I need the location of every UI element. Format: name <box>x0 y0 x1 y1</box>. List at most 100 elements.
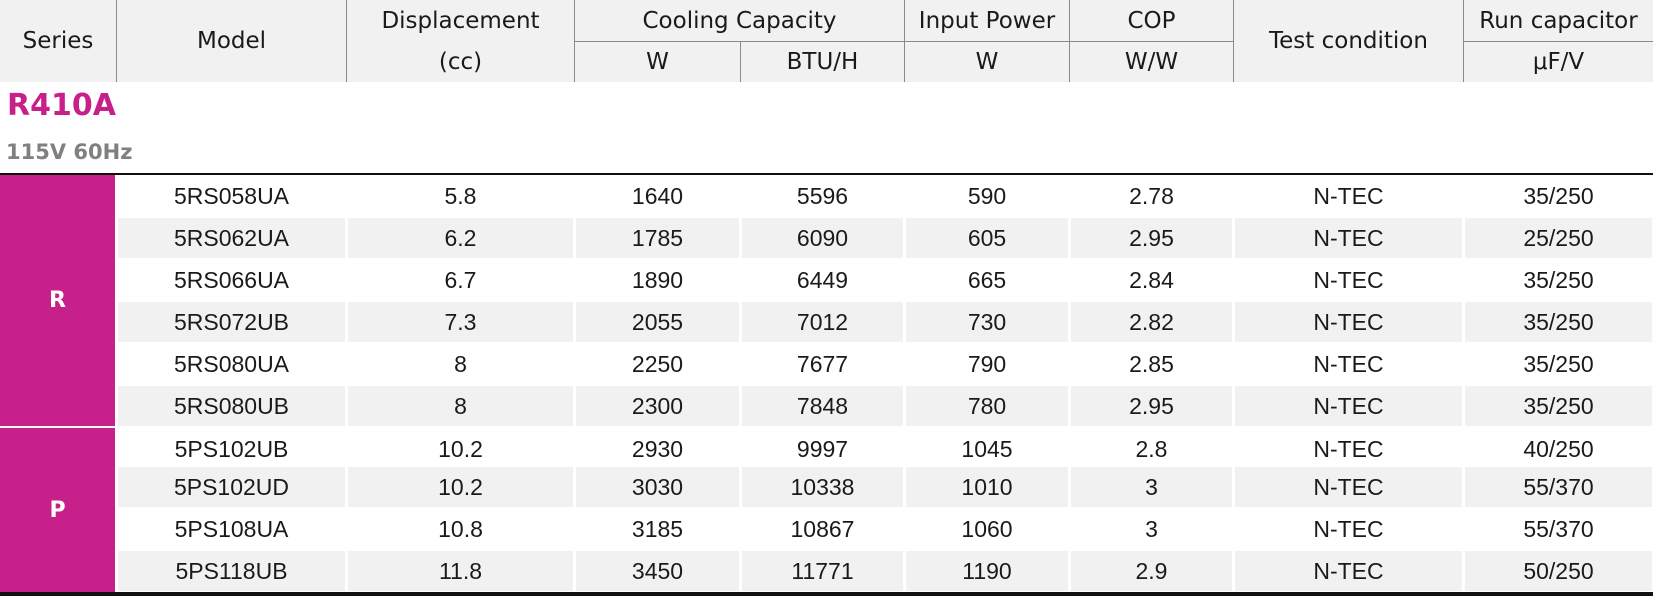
cell-capacitor: 35/250 <box>1523 308 1594 335</box>
cell-cop: 2.84 <box>1129 266 1174 293</box>
cell-cop: 2.95 <box>1129 224 1174 251</box>
table-row: 5PS118UB 11.8 3450 11771 1190 2.9 N-TEC 50/250 <box>117 550 1653 592</box>
table-row: 5RS066UA 6.7 1890 6449 665 2.84 N-TEC 35/250 <box>117 259 1653 301</box>
cell-model: 5RS062UA <box>173 224 290 251</box>
cell-cooling-btu: 10338 <box>790 473 855 500</box>
cell-cop: 2.95 <box>1129 392 1174 419</box>
cell-cooling-btu: 7012 <box>796 308 849 335</box>
cell-cooling-btu: 7848 <box>796 392 849 419</box>
cell-cop: 3 <box>1145 515 1158 542</box>
table-row: 5RS080UB 8 2300 7848 780 2.95 N-TEC 35/250 <box>117 385 1653 427</box>
cell-input-w: 1190 <box>962 557 1012 584</box>
cell-capacitor: 40/250 <box>1523 435 1594 462</box>
cell-test: N-TEC <box>1313 266 1384 293</box>
cell-capacitor: 35/250 <box>1523 266 1594 293</box>
cell-test: N-TEC <box>1313 350 1384 377</box>
cell-cop: 2.85 <box>1129 350 1174 377</box>
cell-displacement: 5.8 <box>444 182 477 209</box>
cell-cooling-w: 1640 <box>631 182 684 209</box>
cell-cooling-w: 1890 <box>631 266 684 293</box>
table-row: 5PS102UB 10.2 2930 9997 1045 2.8 N-TEC 40/250 <box>117 428 1653 470</box>
cell-cop: 2.78 <box>1129 182 1174 209</box>
cell-displacement: 6.7 <box>444 266 477 293</box>
header-cooling-capacity: Cooling Capacity <box>642 7 837 34</box>
cell-input-w: 665 <box>967 266 1007 293</box>
cell-capacitor: 35/250 <box>1523 392 1594 419</box>
cell-cooling-w: 2930 <box>631 435 684 462</box>
refrigerant-title: R410A <box>7 88 116 123</box>
cell-cooling-btu: 6090 <box>796 224 849 251</box>
table-bottom-rule <box>0 592 1653 596</box>
cell-model: 5PS102UB <box>174 435 289 462</box>
table-row: 5PS108UA 10.8 3185 10867 1060 3 N-TEC 55/370 <box>117 508 1653 550</box>
voltage-subtitle: 115V 60Hz <box>6 140 133 164</box>
cell-input-w: 605 <box>967 224 1007 251</box>
cell-test: N-TEC <box>1313 392 1384 419</box>
cell-capacitor: 50/250 <box>1523 557 1594 584</box>
header-displacement: Displacement <box>381 7 540 34</box>
header-test-condition: Test condition <box>1269 28 1428 54</box>
cell-test: N-TEC <box>1313 308 1384 335</box>
cell-displacement: 6.2 <box>444 224 477 251</box>
cell-cooling-w: 3185 <box>631 515 684 542</box>
series-group-p: P <box>0 428 115 592</box>
cell-model: 5RS058UA <box>173 182 290 209</box>
cell-cooling-btu: 6449 <box>796 266 849 293</box>
table-row: 5RS062UA 6.2 1785 6090 605 2.95 N-TEC 25/250 <box>117 217 1653 259</box>
cell-test: N-TEC <box>1313 224 1384 251</box>
series-group-r: R <box>0 175 115 426</box>
cell-displacement: 8 <box>454 350 467 377</box>
cell-capacitor: 35/250 <box>1523 350 1594 377</box>
header-input-power: Input Power <box>918 7 1056 34</box>
header-displacement-unit: (cc) <box>438 48 483 75</box>
cell-input-w: 590 <box>967 182 1007 209</box>
cell-cop: 2.82 <box>1129 308 1174 335</box>
header-run-capacitor-unit: μF/V <box>1532 48 1585 75</box>
cell-model: 5RS066UA <box>173 266 290 293</box>
cell-cooling-btu: 7677 <box>796 350 849 377</box>
header-input-power-unit: W <box>975 48 999 75</box>
cell-model: 5PS102UD <box>173 473 290 500</box>
cell-input-w: 1010 <box>961 473 1013 500</box>
cell-cooling-w: 3450 <box>631 557 684 584</box>
header-run-capacitor: Run capacitor <box>1479 7 1638 34</box>
table-header: Series Model Displacement (cc) Cooling C… <box>0 0 1653 82</box>
cell-cooling-w: 2250 <box>631 350 684 377</box>
cell-cop: 3 <box>1145 473 1158 500</box>
header-cop: COP <box>1127 7 1176 34</box>
table-row: 5PS102UD 10.2 3030 10338 1010 3 N-TEC 55/370 <box>117 466 1653 508</box>
cell-cooling-btu: 9997 <box>796 435 849 462</box>
spec-table: Series Model Displacement (cc) Cooling C… <box>0 0 1653 596</box>
cell-displacement: 11.8 <box>438 557 483 584</box>
header-cooling-w-unit: W <box>646 48 669 75</box>
cell-test: N-TEC <box>1313 515 1384 542</box>
cell-capacitor: 55/370 <box>1523 515 1594 542</box>
cell-model: 5RS072UB <box>173 308 290 335</box>
cell-model: 5RS080UA <box>173 350 290 377</box>
cell-model: 5PS108UA <box>174 515 289 542</box>
cell-capacitor: 25/250 <box>1523 224 1594 251</box>
header-cop-unit: W/W <box>1124 48 1179 75</box>
cell-cooling-w: 1785 <box>631 224 684 251</box>
cell-capacitor: 35/250 <box>1523 182 1594 209</box>
table-row: 5RS080UA 8 2250 7677 790 2.85 N-TEC 35/250 <box>117 343 1653 385</box>
cell-cooling-w: 2055 <box>631 308 684 335</box>
cell-model: 5PS118UB <box>175 557 288 584</box>
header-model: Model <box>196 28 267 54</box>
cell-cooling-w: 3030 <box>631 473 684 500</box>
header-series: Series <box>22 28 94 54</box>
cell-cooling-btu: 11771 <box>791 557 854 584</box>
table-row: 5RS072UB 7.3 2055 7012 730 2.82 N-TEC 35/250 <box>117 301 1653 343</box>
cell-input-w: 1045 <box>961 435 1013 462</box>
cell-cooling-w: 2300 <box>631 392 684 419</box>
cell-capacitor: 55/370 <box>1523 473 1594 500</box>
cell-cooling-btu: 5596 <box>796 182 849 209</box>
cell-cop: 2.8 <box>1135 435 1168 462</box>
cell-test: N-TEC <box>1313 557 1384 584</box>
cell-input-w: 1060 <box>961 515 1013 542</box>
cell-displacement: 8 <box>454 392 467 419</box>
cell-displacement: 10.2 <box>438 473 483 500</box>
cell-test: N-TEC <box>1313 182 1384 209</box>
header-cooling-btu-unit: BTU/H <box>786 48 859 75</box>
cell-cop: 2.9 <box>1135 557 1168 584</box>
